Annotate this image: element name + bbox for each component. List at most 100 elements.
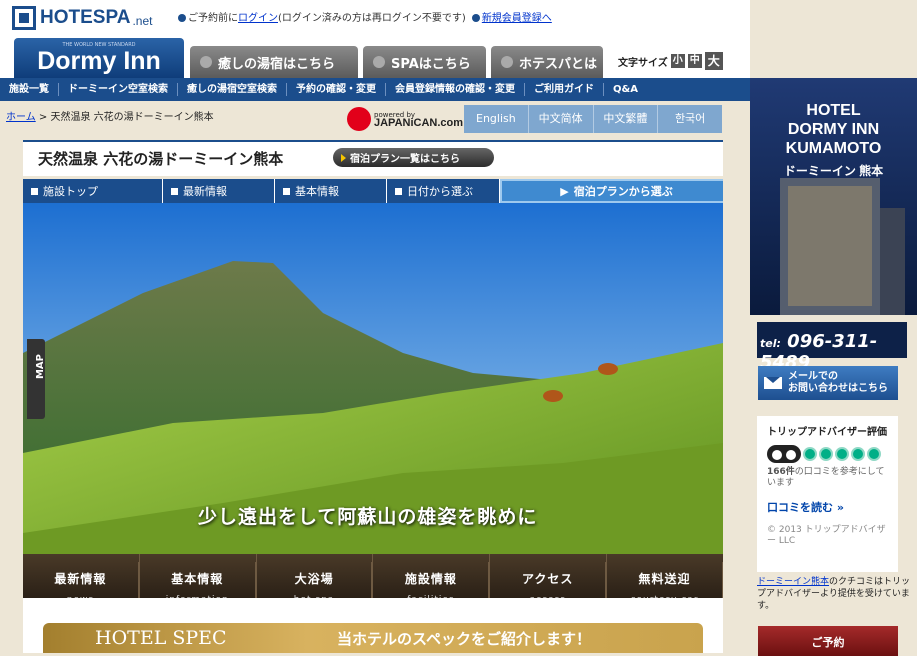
font-size-control: 文字サイズ 小 中 大 [618,52,723,70]
hotel-line-2: DORMY INN [787,121,880,138]
rating-circle-icon [803,447,817,461]
bnav-facilities[interactable]: 施設情報facilities [373,554,491,605]
dormy-inn-tab[interactable]: THE WORLD NEW STANDARD Dormy Inn [14,38,184,78]
page-title: 天然温泉 六花の湯ドーミーイン熊本 [38,150,284,168]
subnav-label: 日付から選ぶ [407,185,473,198]
plan-button-label: 宿泊プラン一覧はこちら [350,154,460,165]
square-icon [171,187,178,195]
ta-copyright: © 2013 トリップアドバイザー LLC [767,525,886,546]
square-icon [31,187,38,195]
map-tab-label: MAP [35,353,47,380]
brand-name: Dormy Inn [37,47,161,75]
square-icon [395,187,402,195]
rating-circle-icon [851,447,865,461]
hotel-line-3: KUMAMOTO [785,140,882,157]
subnav-label: 宿泊プランから選ぶ [573,185,673,198]
nav-healing-search[interactable]: 癒しの湯宿空室検索 [178,83,287,96]
logo-suffix: .net [132,14,153,28]
mail-button-text: メールでの お問い合わせはこちら [788,371,888,395]
bnav-information[interactable]: 基本情報information [140,554,257,605]
tripadvisor-owl-icon [767,445,801,463]
rating-circle-icon [835,447,849,461]
font-size-label: 文字サイズ [618,57,668,69]
nav-reservation[interactable]: 予約の確認・変更 [287,83,386,96]
notice-prefix: ご予約前に [188,13,238,24]
japanican-logo[interactable]: powered by JAPANiCAN.com [347,107,463,131]
language-switcher: English 中文简体 中文繁體 한국어 [464,105,722,133]
nav-qa[interactable]: Q&A [604,83,647,96]
font-medium-button[interactable]: 中 [687,54,702,68]
bnav-jp: アクセス [490,562,607,587]
subnav-top[interactable]: 施設トップ [23,179,163,203]
mail-icon [764,377,782,389]
hero-caption: 少し遠出をして阿蘇山の雄姿を眺めに [198,506,538,528]
lang-simplified-chinese[interactable]: 中文简体 [529,105,594,133]
bnav-courtesy-car[interactable]: 無料送迎courtesy car [607,554,723,605]
lang-traditional-chinese[interactable]: 中文繁體 [594,105,659,133]
notice-suffix: (ログイン済みの方は再ログイン不要です) [278,13,466,24]
lang-korean[interactable]: 한국어 [658,105,722,133]
nav-facilities[interactable]: 施設一覧 [0,83,59,96]
japanican-text: powered by JAPANiCAN.com [374,111,464,129]
subnav-label: 施設トップ [43,185,98,198]
breadcrumb-home[interactable]: ホーム [6,112,36,123]
nav-guide[interactable]: ご利用ガイド [525,83,604,96]
mail-line-1: メールでの [788,371,838,382]
ta-title: トリップアドバイザー評価 [767,427,887,438]
hotel-sub-nav: 施設トップ 最新情報 基本情報 日付から選ぶ ▶ 宿泊プランから選ぶ [23,179,723,203]
rating-circle-icon [819,447,833,461]
reserve-button[interactable]: ご予約 [758,626,898,656]
bullet-icon [178,14,186,22]
register-link[interactable]: 新規会員登録へ [482,13,552,24]
tab-label: SPAはこちら [391,56,471,72]
login-notice: ご予約前にログイン(ログイン済みの方は再ログイン不要です) 新規会員登録へ [178,9,552,24]
ta-rating [767,445,888,463]
nav-dormy-search[interactable]: ドーミーイン空室検索 [59,83,178,96]
tab-healing-inn[interactable]: 癒しの湯宿はこちら [190,46,358,78]
subnav-info[interactable]: 基本情報 [275,179,387,203]
bullet-icon [471,14,480,22]
arrow-circle-icon [501,56,513,68]
breadcrumb-current: 天然温泉 六花の湯ドーミーイン熊本 [50,112,214,123]
subnav-by-date[interactable]: 日付から選ぶ [387,179,500,203]
bnav-access[interactable]: アクセスaccess [490,554,608,605]
hotespa-logo[interactable]: HOTESPA .net [12,6,152,30]
subnav-news[interactable]: 最新情報 [163,179,275,203]
font-large-button[interactable]: 大 [704,52,723,70]
register-wrap: 新規会員登録へ [471,9,552,24]
play-icon [341,153,346,162]
tab-about-hotespa[interactable]: ホテスパとは [491,46,603,78]
tel-label: tel: [760,337,781,350]
hotel-line-1: HOTEL [806,102,861,119]
hotel-name-jp: ドーミーイン 熊本 [783,164,884,178]
notice-text: ご予約前にログイン(ログイン済みの方は再ログイン不要です) [178,9,466,24]
nav-member-info[interactable]: 会員登録情報の確認・変更 [386,83,525,96]
spec-desc: 当ホテルのスペックをご紹介します！ [337,629,591,648]
rating-circle-icon [867,447,881,461]
bnav-hot-spa[interactable]: 大浴場hot spa [257,554,374,605]
ta-note-link[interactable]: ドーミーイン熊本 [757,577,829,587]
login-link[interactable]: ログイン [238,13,278,24]
read-reviews-link[interactable]: 口コミを読む » [767,499,888,515]
arrow-circle-icon [373,56,385,68]
plan-list-button[interactable]: 宿泊プラン一覧はこちら [333,148,494,167]
spec-title: HOTEL SPEC [95,627,227,649]
font-small-button[interactable]: 小 [670,54,685,68]
subnav-by-plan[interactable]: ▶ 宿泊プランから選ぶ [500,179,723,203]
bnav-jp: 基本情報 [140,562,256,587]
bnav-news[interactable]: 最新情報news [23,554,140,605]
subnav-label: 基本情報 [295,185,339,198]
tab-label: 癒しの湯宿はこちら [218,56,336,72]
tab-spa[interactable]: SPAはこちら [363,46,486,78]
bnav-jp: 施設情報 [373,562,490,587]
map-tab[interactable]: MAP [27,339,47,419]
mail-inquiry-button[interactable]: メールでの お問い合わせはこちら [758,366,898,400]
breadcrumb-sep: > [38,112,48,123]
ta-count: 166件 [767,467,795,477]
ta-note: ドーミーイン熊本のクチコミはトリップアドバイザーより提供を受けています。 [757,576,912,612]
tab-label: ホテスパとは [519,56,598,72]
lang-english[interactable]: English [464,105,529,133]
logo-icon [12,6,36,30]
japanican-name: JAPANiCAN.com [374,116,464,129]
japanican-icon [347,107,371,131]
